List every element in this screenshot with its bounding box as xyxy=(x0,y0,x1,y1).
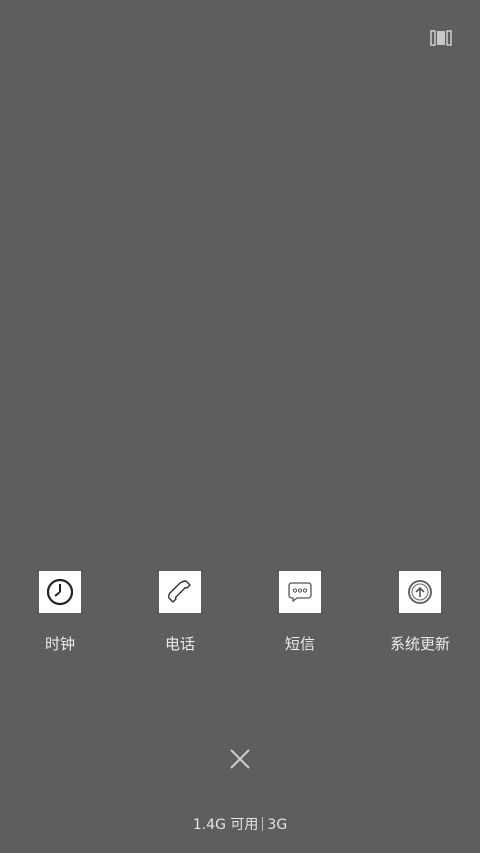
grid-view-icon xyxy=(430,30,452,46)
recent-apps-screen: 时钟 电话 短信 系统更新 1.4G 可用 3G xyxy=(0,0,480,853)
app-messages[interactable]: 短信 xyxy=(240,571,360,661)
view-toggle-button[interactable] xyxy=(428,28,454,48)
app-label-messages: 短信 xyxy=(284,635,315,653)
message-icon xyxy=(279,571,321,613)
memory-divider xyxy=(262,817,264,831)
close-all-button[interactable] xyxy=(226,745,254,773)
close-icon xyxy=(230,749,250,769)
app-clock[interactable]: 时钟 xyxy=(0,571,120,661)
clock-icon xyxy=(39,571,81,613)
memory-info: 1.4G 可用 3G xyxy=(0,815,480,835)
app-label-system-update: 系统更新 xyxy=(389,635,450,653)
memory-available: 1.4G 可用 xyxy=(192,817,259,833)
recent-apps-row: 时钟 电话 短信 系统更新 xyxy=(0,571,480,661)
app-label-clock: 时钟 xyxy=(44,635,75,653)
app-label-phone: 电话 xyxy=(164,635,195,653)
memory-total: 3G xyxy=(267,817,288,833)
app-system-update[interactable]: 系统更新 xyxy=(360,571,480,661)
app-phone[interactable]: 电话 xyxy=(120,571,240,661)
system-update-icon xyxy=(399,571,441,613)
phone-icon xyxy=(159,571,201,613)
